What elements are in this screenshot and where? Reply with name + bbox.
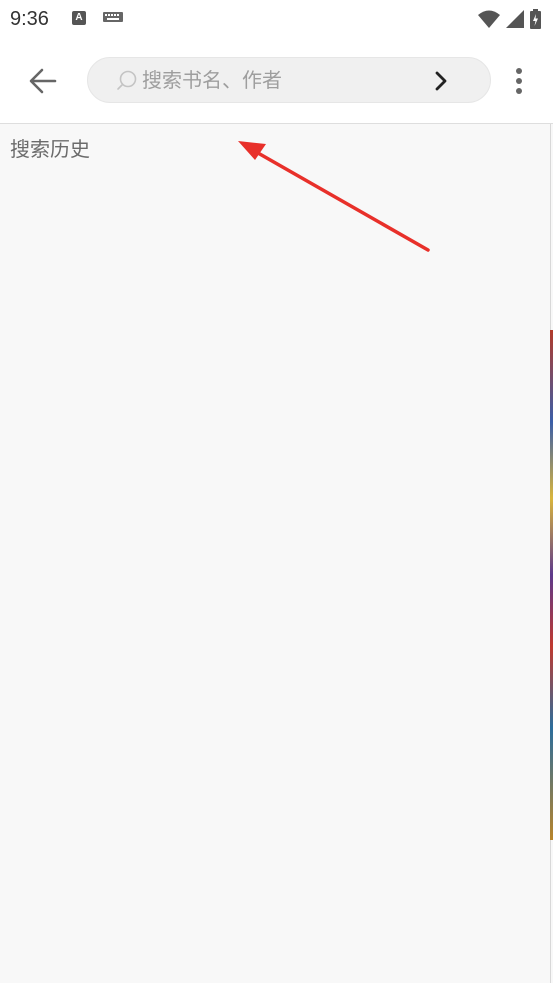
status-time: 9:36: [10, 8, 49, 30]
wifi-icon: [478, 10, 500, 28]
search-box[interactable]: [87, 57, 491, 103]
notification-app-icon: A: [72, 11, 86, 25]
arrow-left-icon: [29, 68, 57, 94]
search-icon: [117, 70, 137, 90]
back-button[interactable]: [22, 60, 64, 102]
status-icons: [478, 8, 541, 30]
cell-signal-icon: [506, 10, 524, 28]
more-vert-icon: [516, 68, 522, 94]
battery-icon: [530, 9, 541, 29]
search-toolbar: [0, 38, 553, 124]
search-history-label: 搜索历史: [10, 137, 90, 161]
search-screen: 9:36 A 搜索书名、作者 搜索历史: [0, 0, 553, 983]
keyboard-icon: [103, 12, 123, 22]
search-submit-button[interactable]: [428, 68, 454, 94]
chevron-right-icon: [435, 71, 447, 91]
more-options-button[interactable]: [506, 62, 532, 100]
search-input[interactable]: [142, 58, 412, 102]
status-bar: 9:36 A: [0, 0, 553, 38]
